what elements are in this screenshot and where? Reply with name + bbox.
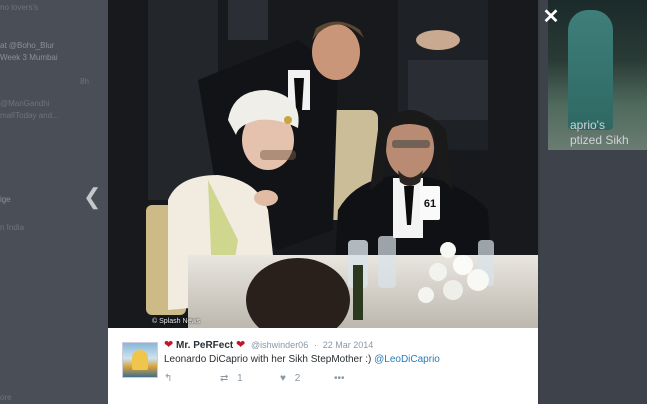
- bg-text: ore: [0, 393, 12, 402]
- separator-dot: ·: [313, 340, 317, 350]
- like-count: 2: [294, 373, 301, 384]
- bg-text: malIToday and...: [0, 111, 59, 120]
- retweet-button[interactable]: ⇄ 1: [220, 373, 243, 384]
- bg-caption-line: ptized Sikh: [570, 133, 629, 147]
- retweet-count: 1: [237, 373, 243, 384]
- bg-thumbnail-figure: [568, 10, 613, 130]
- photo-credit: © Splash News: [152, 318, 200, 325]
- bg-text: no lovers's: [0, 3, 38, 12]
- background-trends: aprio's ptized Sikh: [540, 0, 647, 404]
- bg-text: Week 3 Mumbai: [0, 53, 58, 62]
- bg-text: n India: [0, 223, 25, 232]
- tweet-date[interactable]: 22 Mar 2014: [323, 340, 374, 350]
- media-photo: 61 © Splash News: [108, 0, 538, 328]
- avatar[interactable]: [122, 342, 158, 378]
- photo-illustration: 61: [108, 0, 538, 328]
- number-card: 61: [424, 198, 436, 210]
- user-handle[interactable]: @ishwinder06: [251, 340, 308, 350]
- bg-caption: aprio's ptized Sikh: [570, 118, 629, 148]
- bg-text: at @Boho_Blur: [0, 41, 55, 50]
- tweet-body: Leonardo DiCaprio with her Sikh StepMoth…: [164, 354, 372, 365]
- tweet-text: Leonardo DiCaprio with her Sikh StepMoth…: [164, 354, 440, 365]
- more-icon[interactable]: •••: [334, 373, 345, 384]
- retweet-icon: ⇄: [220, 373, 229, 384]
- heart-icon: ❤: [164, 339, 174, 351]
- bg-text: 8h: [80, 77, 89, 86]
- bg-text: @ManGandhi: [0, 99, 50, 108]
- bg-caption-line: aprio's: [570, 118, 605, 132]
- display-name[interactable]: Mr. PeRFect: [176, 340, 233, 351]
- like-button[interactable]: ♥ 2: [280, 373, 300, 384]
- heart-icon: ♥: [280, 373, 286, 384]
- avatar-image: [132, 350, 148, 370]
- close-icon[interactable]: ✕: [540, 6, 562, 28]
- mention-link[interactable]: @LeoDiCaprio: [374, 354, 440, 365]
- heart-icon: ❤: [236, 339, 246, 351]
- reply-icon[interactable]: ↰: [164, 373, 172, 384]
- chevron-left-icon[interactable]: ❮: [83, 186, 101, 208]
- tweet-header: ❤ Mr. PeRFect ❤ @ishwinder06 · 22 Mar 20…: [164, 338, 373, 351]
- tweet-card: ❤ Mr. PeRFect ❤ @ishwinder06 · 22 Mar 20…: [108, 328, 538, 404]
